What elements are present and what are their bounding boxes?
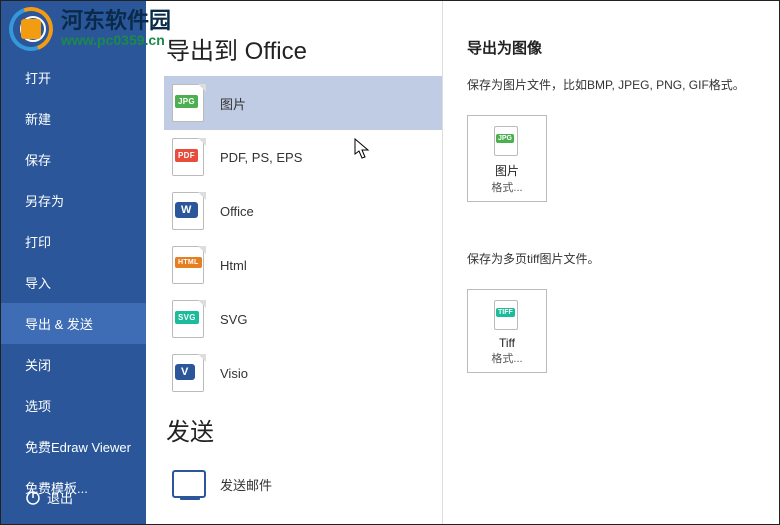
export-option-label: Office	[220, 204, 254, 219]
sidebar-item-exit[interactable]: 退出	[1, 477, 146, 518]
sidebar-item-import[interactable]: 导入	[1, 262, 146, 303]
tiff-file-icon: TIFF	[494, 300, 520, 330]
sidebar-item-close[interactable]: 关闭	[1, 344, 146, 385]
html-file-icon: HTML	[172, 246, 206, 284]
export-detail-column: 导出为图像 保存为图片文件，比如BMP, JPEG, PNG, GIF格式。 J…	[442, 1, 779, 524]
export-option-image[interactable]: JPG 图片	[164, 76, 442, 130]
main-panel: 导出到 Office JPG 图片 PDF PDF, PS, EPS W Off…	[146, 1, 779, 524]
export-option-label: PDF, PS, EPS	[220, 150, 302, 165]
detail-desc-1: 保存为图片文件，比如BMP, JPEG, PNG, GIF格式。	[467, 76, 759, 93]
export-tiff-button[interactable]: TIFF Tiff 格式...	[467, 289, 547, 373]
export-option-label: Visio	[220, 366, 248, 381]
send-option-label: 发送邮件	[220, 475, 272, 494]
jpg-file-icon: JPG	[172, 84, 206, 122]
export-option-label: Html	[220, 258, 247, 273]
sidebar-item-saveas[interactable]: 另存为	[1, 180, 146, 221]
jpg-file-icon: JPG	[494, 126, 520, 156]
sidebar-item-save[interactable]: 保存	[1, 139, 146, 180]
detail-desc-2: 保存为多页tiff图片文件。	[467, 250, 759, 267]
site-logo-icon	[7, 5, 55, 53]
power-icon	[25, 490, 41, 506]
send-section-title: 发送	[166, 412, 442, 447]
button-subcaption: 格式...	[491, 179, 522, 195]
export-section-title: 导出到 Office	[166, 31, 442, 66]
export-option-pdf[interactable]: PDF PDF, PS, EPS	[164, 130, 442, 184]
svg-file-icon: SVG	[172, 300, 206, 338]
sidebar-item-export-send[interactable]: 导出 & 发送	[1, 303, 146, 344]
file-menu-sidebar: 打开 新建 保存 另存为 打印 导入 导出 & 发送 关闭 选项 免费Edraw…	[1, 1, 146, 524]
pdf-file-icon: PDF	[172, 138, 206, 176]
export-option-label: SVG	[220, 312, 247, 327]
export-option-svg[interactable]: SVG SVG	[164, 292, 442, 346]
button-caption: 图片	[495, 162, 519, 179]
export-option-html[interactable]: HTML Html	[164, 238, 442, 292]
visio-file-icon: V	[172, 354, 206, 392]
export-option-label: 图片	[220, 94, 246, 113]
button-subcaption: 格式...	[491, 350, 522, 366]
export-options-column: 导出到 Office JPG 图片 PDF PDF, PS, EPS W Off…	[146, 1, 442, 524]
export-option-visio[interactable]: V Visio	[164, 346, 442, 400]
mail-icon	[172, 470, 206, 498]
export-option-office[interactable]: W Office	[164, 184, 442, 238]
export-image-button[interactable]: JPG 图片 格式...	[467, 115, 547, 202]
sidebar-item-new[interactable]: 新建	[1, 98, 146, 139]
sidebar-item-viewer[interactable]: 免费Edraw Viewer	[1, 426, 146, 467]
button-caption: Tiff	[499, 336, 515, 350]
sidebar-item-options[interactable]: 选项	[1, 385, 146, 426]
watermark-title: 河东软件园	[61, 9, 171, 33]
watermark-url: www.pc0359.cn	[61, 33, 171, 48]
watermark: 河东软件园 www.pc0359.cn	[7, 5, 171, 53]
sidebar-item-open[interactable]: 打开	[1, 57, 146, 98]
sidebar-item-print[interactable]: 打印	[1, 221, 146, 262]
word-file-icon: W	[172, 192, 206, 230]
detail-title: 导出为图像	[467, 37, 759, 58]
send-option-mail[interactable]: 发送邮件	[164, 457, 442, 511]
